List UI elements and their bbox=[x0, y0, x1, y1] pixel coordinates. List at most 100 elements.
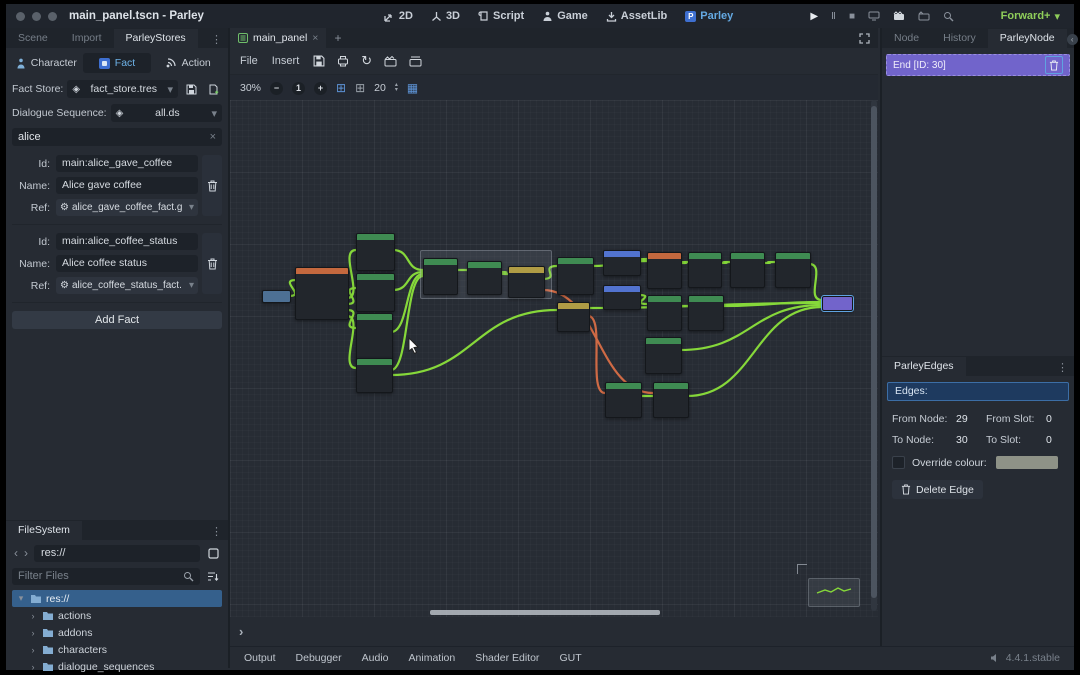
graph-node[interactable] bbox=[730, 252, 765, 288]
save-icon[interactable] bbox=[313, 55, 325, 67]
export-icon[interactable] bbox=[337, 55, 349, 67]
graph-node[interactable] bbox=[557, 302, 590, 332]
new-tab-button[interactable]: + bbox=[326, 31, 349, 45]
graph-node[interactable] bbox=[822, 296, 853, 311]
graph-node[interactable] bbox=[356, 273, 395, 312]
tab-game[interactable]: Game bbox=[542, 10, 588, 22]
bottom-tab-shader-editor[interactable]: Shader Editor bbox=[475, 652, 539, 664]
graph-node[interactable] bbox=[688, 252, 722, 288]
tab-3d[interactable]: 3D bbox=[431, 10, 460, 22]
grid-toggle-icon[interactable]: ⊞ bbox=[355, 81, 365, 95]
graph-node[interactable] bbox=[295, 267, 349, 320]
dock-menu-icon[interactable]: ⋮ bbox=[205, 31, 228, 48]
graph-node[interactable] bbox=[423, 258, 458, 295]
fact-ref-dropdown[interactable]: ⚙ alice_gave_coffee_fact.g ▾ bbox=[56, 199, 198, 216]
expand-panel-icon[interactable] bbox=[851, 33, 878, 44]
edges-section-header[interactable]: Edges: bbox=[887, 382, 1069, 401]
scene-tab-main-panel[interactable]: main_panel × bbox=[230, 28, 326, 48]
add-fact-button[interactable]: Add Fact bbox=[12, 311, 222, 329]
graph-node[interactable] bbox=[356, 313, 393, 361]
new-store-button[interactable] bbox=[204, 80, 222, 98]
dock-menu-icon[interactable]: ⋮ bbox=[1051, 359, 1074, 376]
tab-filesystem[interactable]: FileSystem bbox=[6, 521, 82, 540]
fact-store-dropdown[interactable]: ◈ fact_store.tres ▾ bbox=[67, 80, 178, 98]
tab-import[interactable]: Import bbox=[60, 29, 114, 48]
run-dialogue-current-icon[interactable] bbox=[409, 56, 422, 67]
tab-node[interactable]: Node bbox=[882, 29, 931, 48]
graph-node[interactable] bbox=[467, 261, 502, 295]
graph-node[interactable] bbox=[605, 382, 642, 418]
run-movie-icon[interactable] bbox=[893, 11, 905, 21]
graph-minimap[interactable] bbox=[808, 578, 860, 607]
fact-name-field[interactable]: Alice coffee status bbox=[56, 255, 198, 272]
window-zoom-button[interactable] bbox=[48, 12, 57, 21]
insert-menu[interactable]: Insert bbox=[272, 55, 300, 67]
character-mode-button[interactable]: Character bbox=[12, 53, 81, 73]
fact-mode-button[interactable]: Fact bbox=[83, 53, 152, 73]
colour-swatch[interactable] bbox=[996, 456, 1058, 469]
snap-distance-value[interactable]: 20 bbox=[374, 82, 386, 94]
snap-distance-stepper[interactable]: ▴ ▾ bbox=[395, 83, 398, 93]
tab-parleystores[interactable]: ParleyStores bbox=[114, 29, 198, 48]
snap-toggle-icon[interactable]: ⊞ bbox=[336, 81, 346, 95]
history-back-icon[interactable]: ‹ bbox=[14, 546, 18, 560]
mute-icon[interactable] bbox=[990, 653, 1000, 663]
tab-assetlib[interactable]: AssetLib bbox=[606, 10, 667, 22]
graph-node[interactable] bbox=[775, 252, 811, 288]
refresh-icon[interactable]: ↻ bbox=[361, 53, 372, 69]
history-forward-icon[interactable]: › bbox=[24, 546, 28, 560]
tree-item-res[interactable]: ▾ res:// bbox=[12, 590, 222, 607]
dialogue-sequence-dropdown[interactable]: ◈ all.ds ▾ bbox=[111, 104, 222, 122]
graph-node[interactable] bbox=[603, 250, 641, 276]
version-label[interactable]: 4.4.1.stable bbox=[1006, 652, 1060, 664]
tree-item-actions[interactable]: › actions bbox=[12, 607, 222, 624]
delete-fact-button[interactable] bbox=[202, 155, 222, 216]
play-button[interactable]: ▶ bbox=[810, 11, 818, 22]
tab-scene[interactable]: Scene bbox=[6, 29, 60, 48]
minimap-toggle-icon[interactable]: ▦ bbox=[407, 81, 418, 95]
graph-node[interactable] bbox=[653, 382, 689, 418]
vertical-scrollbar[interactable] bbox=[871, 100, 877, 611]
graph-node[interactable] bbox=[688, 295, 724, 331]
tree-item-dialogue-sequences[interactable]: › dialogue_sequences bbox=[12, 658, 222, 675]
hscroll-thumb[interactable] bbox=[430, 610, 660, 615]
bottom-tab-animation[interactable]: Animation bbox=[409, 652, 456, 664]
action-mode-button[interactable]: Action bbox=[153, 53, 222, 73]
quick-open-icon[interactable] bbox=[943, 11, 954, 22]
graph-node[interactable] bbox=[645, 337, 682, 374]
fact-id-field[interactable]: main:alice_gave_coffee bbox=[56, 155, 198, 172]
run-dialogue-icon[interactable] bbox=[384, 56, 397, 67]
zoom-in-button[interactable]: + bbox=[314, 82, 327, 95]
tree-item-addons[interactable]: › addons bbox=[12, 624, 222, 641]
remote-debug-icon[interactable] bbox=[868, 11, 880, 21]
graph-node[interactable] bbox=[557, 257, 594, 295]
window-controls[interactable] bbox=[16, 12, 57, 21]
nav-back-icon[interactable]: ‹ bbox=[1067, 34, 1078, 45]
fact-name-field[interactable]: Alice gave coffee bbox=[56, 177, 198, 194]
sort-button[interactable] bbox=[204, 567, 222, 585]
graph-node[interactable] bbox=[508, 266, 545, 298]
horizontal-scrollbar[interactable] bbox=[230, 610, 878, 615]
delete-node-button[interactable] bbox=[1045, 56, 1063, 74]
delete-fact-button[interactable] bbox=[202, 233, 222, 294]
bottom-tab-debugger[interactable]: Debugger bbox=[296, 652, 342, 664]
dock-menu-icon[interactable]: ⋮ bbox=[205, 523, 228, 540]
override-colour-checkbox[interactable] bbox=[892, 456, 905, 469]
tab-parleynode[interactable]: ParleyNode bbox=[988, 29, 1067, 48]
window-close-button[interactable] bbox=[16, 12, 25, 21]
graph-canvas[interactable] bbox=[230, 100, 878, 617]
vscroll-thumb[interactable] bbox=[871, 106, 877, 598]
tab-parleyedges[interactable]: ParleyEdges bbox=[882, 357, 966, 376]
fact-search-input[interactable]: alice × bbox=[12, 128, 222, 146]
graph-node[interactable] bbox=[262, 290, 291, 303]
zoom-out-button[interactable]: − bbox=[270, 82, 283, 95]
split-view-button[interactable] bbox=[204, 544, 222, 562]
graph-node[interactable] bbox=[647, 252, 682, 289]
save-store-button[interactable] bbox=[182, 80, 200, 98]
zoom-reset-button[interactable]: 1 bbox=[292, 82, 305, 95]
graph-node[interactable] bbox=[356, 358, 393, 393]
bottom-tab-gut[interactable]: GUT bbox=[559, 652, 581, 664]
tab-script[interactable]: Script bbox=[478, 10, 524, 22]
tab-history[interactable]: History bbox=[931, 29, 988, 48]
pause-button[interactable]: Ⅱ bbox=[831, 11, 836, 22]
